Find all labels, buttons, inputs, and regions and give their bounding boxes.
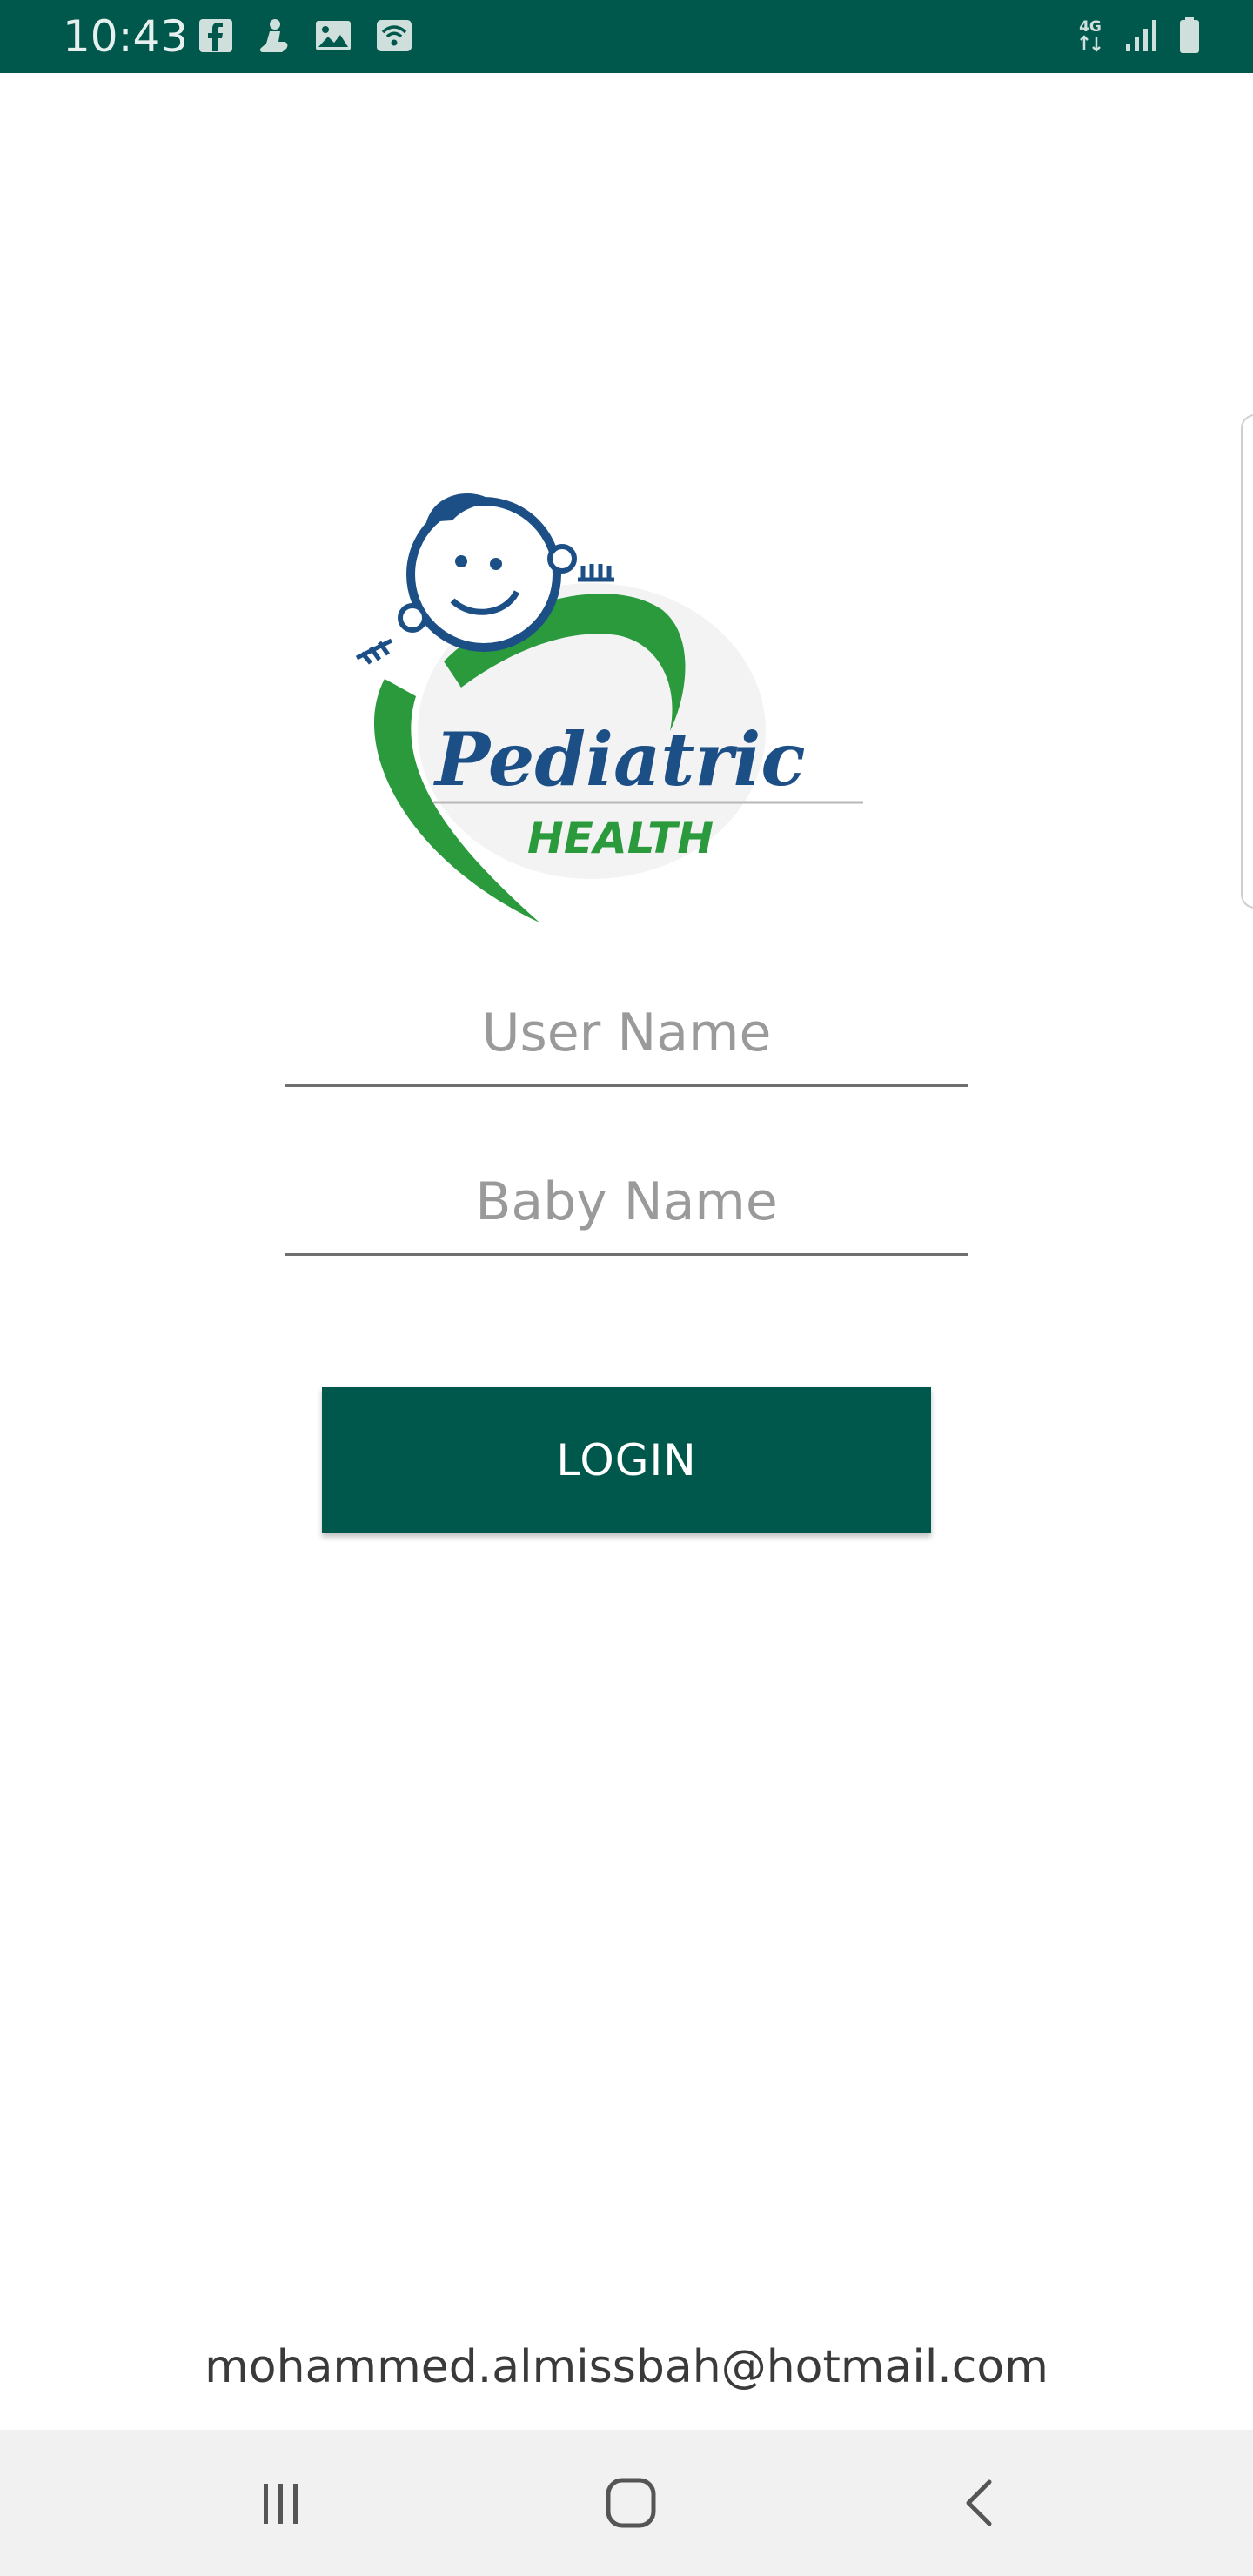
babyname-input[interactable] bbox=[285, 1150, 968, 1253]
username-input[interactable] bbox=[285, 982, 968, 1084]
logo-subtitle: HEALTH bbox=[527, 813, 714, 863]
facebook-icon bbox=[199, 19, 232, 52]
navigation-bar bbox=[0, 2430, 1253, 2576]
login-button[interactable]: LOGIN bbox=[322, 1387, 931, 1533]
home-icon bbox=[606, 2478, 656, 2528]
wifi-calling-icon bbox=[377, 20, 412, 51]
footer-email: mohammed.almissbah@hotmail.com bbox=[204, 2341, 1049, 2393]
recents-button[interactable] bbox=[242, 2468, 320, 2538]
signal-icon bbox=[1126, 20, 1156, 51]
recents-icon bbox=[264, 2484, 298, 2524]
svg-text:4G: 4G bbox=[1079, 18, 1102, 36]
username-field[interactable] bbox=[285, 982, 968, 1087]
edge-panel-handle[interactable] bbox=[1241, 414, 1253, 909]
home-button[interactable] bbox=[592, 2468, 670, 2538]
back-icon bbox=[966, 2479, 992, 2526]
status-time: 10:43 bbox=[63, 11, 189, 62]
pediatric-health-logo: Pediatric HEALTH bbox=[355, 493, 863, 922]
babyname-field[interactable] bbox=[285, 1150, 968, 1256]
login-screen: 10:43 4G Pediatric HEALTH User Name Baby… bbox=[0, 0, 1253, 2576]
status-icons-right: 4G bbox=[1075, 16, 1201, 54]
notification-figure-icon bbox=[259, 19, 288, 52]
logo-title: Pediatric bbox=[433, 716, 806, 802]
back-button[interactable] bbox=[941, 2468, 1020, 2538]
network-4g-icon: 4G bbox=[1079, 18, 1102, 52]
status-icons-left bbox=[198, 17, 412, 54]
battery-icon bbox=[1180, 17, 1199, 53]
status-bar: 10:43 4G bbox=[0, 0, 1253, 73]
image-icon bbox=[316, 21, 351, 50]
